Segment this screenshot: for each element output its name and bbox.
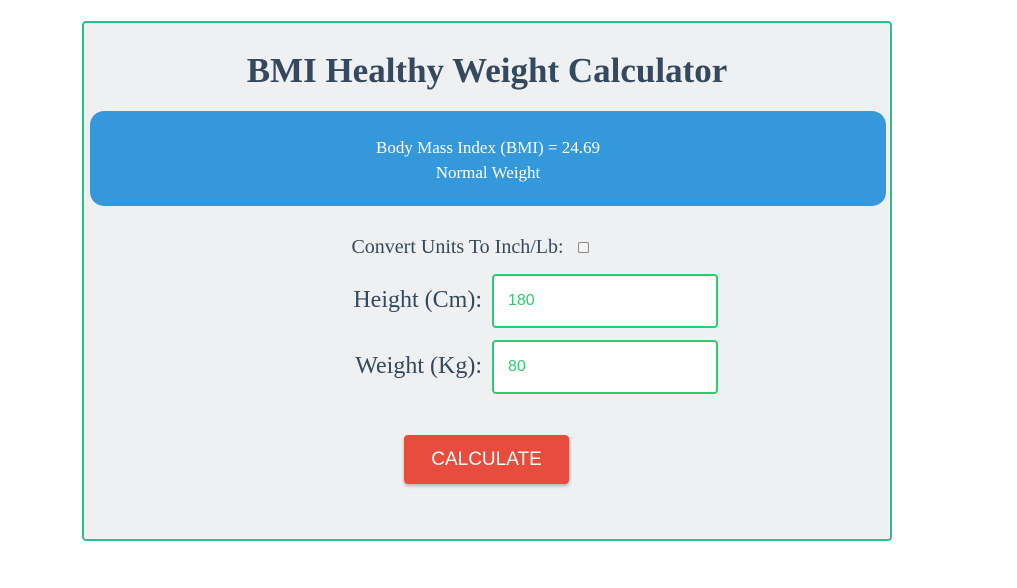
height-label: Height (Cm): [353, 287, 482, 313]
calculate-button[interactable]: CALCULATE [404, 435, 569, 484]
bmi-category-text: Normal Weight [435, 163, 541, 182]
weight-label: Weight (Kg): [355, 353, 482, 379]
result-panel: Body Mass Index (BMI) = 24.69 Normal Wei… [90, 111, 886, 206]
bmi-result-text: Body Mass Index (BMI) = 24.69 [376, 138, 600, 157]
convert-units-checkbox[interactable] [577, 241, 589, 253]
convert-units-label: Convert Units To Inch/Lb: [351, 235, 564, 258]
calculator-card: BMI Healthy Weight Calculator Body Mass … [82, 21, 892, 541]
convert-units-row: Convert Units To Inch/Lb: [84, 234, 890, 260]
height-input[interactable] [492, 274, 718, 328]
weight-input[interactable] [492, 340, 718, 394]
page-title: BMI Healthy Weight Calculator [246, 51, 728, 90]
